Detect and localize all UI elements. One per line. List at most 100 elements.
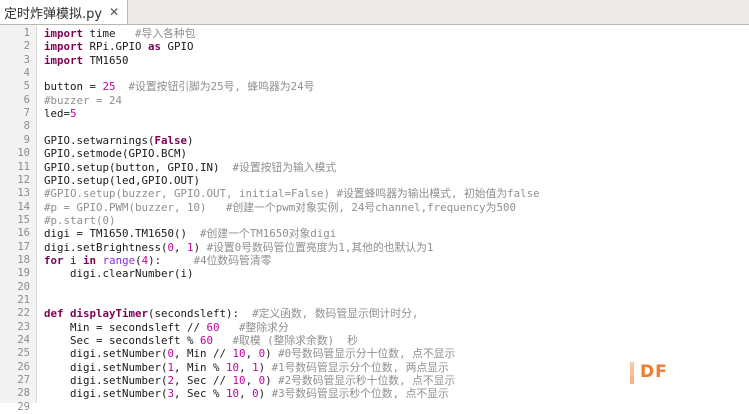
line-number: 15 xyxy=(17,213,30,226)
code-comment: #设置按钮为输入模式 xyxy=(232,160,337,174)
code-token: , xyxy=(174,240,188,254)
close-icon[interactable]: ✕ xyxy=(109,6,119,18)
line-number: 9 xyxy=(23,133,30,146)
code-token: GPIO.setup(button, GPIO.IN) xyxy=(44,160,233,174)
code-comment: #取模 (整除求余数) 秒 xyxy=(232,334,358,348)
code-token: 10 xyxy=(232,347,246,361)
code-comment: #设置按钮引脚为25号, 蜂鸣器为24号 xyxy=(128,80,315,94)
line-number: 16 xyxy=(17,227,30,240)
line-number: 10 xyxy=(17,147,30,160)
code-token: digi.setNumber( xyxy=(44,387,168,401)
code-token: i xyxy=(63,253,84,267)
code-token: 60 xyxy=(206,320,220,334)
code-line: digi.setNumber(0, Min // 10, 0) #0号数码管显示… xyxy=(44,347,455,360)
line-number: 18 xyxy=(17,253,30,266)
code-comment: #2号数码管显示秒十位数, 点不显示 xyxy=(278,374,456,388)
code-token: import xyxy=(44,40,84,54)
line-number: 28 xyxy=(17,387,30,400)
code-comment: #整除求分 xyxy=(239,320,289,334)
code-token: ) xyxy=(187,133,194,147)
code-line: GPIO.setmode(GPIO.BCM) xyxy=(44,147,187,160)
code-token: RPi.GPIO xyxy=(83,40,149,54)
code-token: ) xyxy=(258,387,272,401)
code-token: Sec = secondsleft % xyxy=(44,334,201,348)
code-comment: #GPIO.setup(buzzer, GPIO.OUT, initial=Fa… xyxy=(44,187,540,201)
code-line: digi.setNumber(1, Min % 10, 1) #1号数码管显示分… xyxy=(44,361,449,374)
code-comment: #定义函数, 数码管显示倒计时分, xyxy=(252,307,419,321)
code-line: #p = GPIO.PWM(buzzer, 10) #创建一个pwm对象实例, … xyxy=(44,201,516,214)
line-number: 11 xyxy=(17,160,30,173)
tab-file[interactable]: 定时炸弹模拟.py ✕ xyxy=(0,0,128,24)
line-number: 4 xyxy=(23,67,30,80)
line-number: 17 xyxy=(17,240,30,253)
code-token: , xyxy=(239,360,253,374)
code-token: digi.setNumber( xyxy=(44,347,168,361)
code-token: 5 xyxy=(70,107,77,121)
line-number: 22 xyxy=(17,307,30,320)
code-line: GPIO.setup(button, GPIO.IN) #设置按钮为输入模式 xyxy=(44,161,336,174)
code-token: digi.setNumber( xyxy=(44,360,168,374)
code-token: digi = TM1650.TM1650() xyxy=(44,227,201,241)
code-token: 60 xyxy=(200,334,214,348)
line-number: 6 xyxy=(23,93,30,106)
line-number: 12 xyxy=(17,173,30,186)
code-line: Min = secondsleft // 60 #整除求分 xyxy=(44,321,289,334)
line-number: 26 xyxy=(17,360,30,373)
code-token: 10 xyxy=(226,387,240,401)
code-token: , xyxy=(245,347,259,361)
watermark-logo: DF xyxy=(630,362,668,384)
line-number: 27 xyxy=(17,374,30,387)
line-number-gutter: 1 2 3 4 5 6 7 8 9 10 11 12 13 14 15 16 17 18 19 20 21 22 23 24 2… xyxy=(0,25,37,413)
code-token: in xyxy=(83,253,97,267)
code-line: Sec = secondsleft % 60 #取模 (整除求余数) 秒 xyxy=(44,334,358,347)
code-token: (secondsleft): xyxy=(148,307,253,321)
code-token: , Min // xyxy=(174,347,233,361)
code-token: GPIO.setmode(GPIO.BCM) xyxy=(44,147,188,161)
line-number: 14 xyxy=(17,200,30,213)
code-comment: #设置0号数码管位置亮度为1,其他的也默认为1 xyxy=(206,240,434,254)
line-number: 7 xyxy=(23,107,30,120)
code-token: GPIO.setwarnings( xyxy=(44,133,155,147)
line-number: 8 xyxy=(23,120,30,133)
code-token: Min = secondsleft // xyxy=(44,320,207,334)
code-token: as xyxy=(148,40,162,54)
code-comment: #0号数码管显示分十位数, 点不显示 xyxy=(278,347,456,361)
code-token: 10 xyxy=(232,374,246,388)
line-number: 20 xyxy=(17,280,30,293)
code-token: False xyxy=(154,133,188,147)
code-line: digi.setBrightness(0, 1) #设置0号数码管位置亮度为1,… xyxy=(44,241,433,254)
code-line: #GPIO.setup(buzzer, GPIO.OUT, initial=Fa… xyxy=(44,187,540,200)
code-token: ) xyxy=(265,374,279,388)
code-comment: #p = GPIO.PWM(buzzer, 10) #创建一个pwm对象实例, … xyxy=(44,200,516,214)
code-token: 25 xyxy=(102,80,116,94)
code-token: import xyxy=(44,27,84,40)
code-token: , Sec % xyxy=(174,387,227,401)
code-token: , Sec // xyxy=(174,374,233,388)
code-comment: #buzzer = 24 xyxy=(44,93,123,107)
code-token: time xyxy=(83,27,136,40)
code-token: for xyxy=(44,253,64,267)
code-line: GPIO.setwarnings(False) xyxy=(44,134,194,147)
code-token: ) xyxy=(265,347,279,361)
tab-file-title: 定时炸弹模拟.py xyxy=(4,6,103,22)
code-token: ) xyxy=(193,240,207,254)
code-token: range xyxy=(102,253,136,267)
line-number: 13 xyxy=(17,187,30,200)
code-line: digi = TM1650.TM1650() #创建一个TM1650对象digi xyxy=(44,227,336,240)
code-token: GPIO.setup(led,GPIO.OUT) xyxy=(44,173,201,187)
code-line: def displayTimer(secondsleft): #定义函数, 数码… xyxy=(44,307,418,320)
code-token: digi.setBrightness( xyxy=(44,240,168,254)
code-comment: #3号数码管显示秒个位数, 点不显示 xyxy=(271,387,449,401)
code-line: led=5 xyxy=(44,107,77,120)
code-token: , Min % xyxy=(174,360,227,374)
code-line: GPIO.setup(led,GPIO.OUT) xyxy=(44,174,200,187)
line-number: 25 xyxy=(17,347,30,360)
code-line: for i in range(4): #4位数码管清零 xyxy=(44,254,271,267)
code-token: digi.setNumber( xyxy=(44,374,168,388)
line-number: 5 xyxy=(23,80,30,93)
code-comment: #p.start(0) xyxy=(44,213,116,227)
code-editor[interactable]: import time #导入各种包 import RPi.GPIO as GPI… xyxy=(44,25,744,403)
code-token: TM1650 xyxy=(83,53,129,67)
line-number: 23 xyxy=(17,320,30,333)
line-number: 2 xyxy=(23,40,30,53)
